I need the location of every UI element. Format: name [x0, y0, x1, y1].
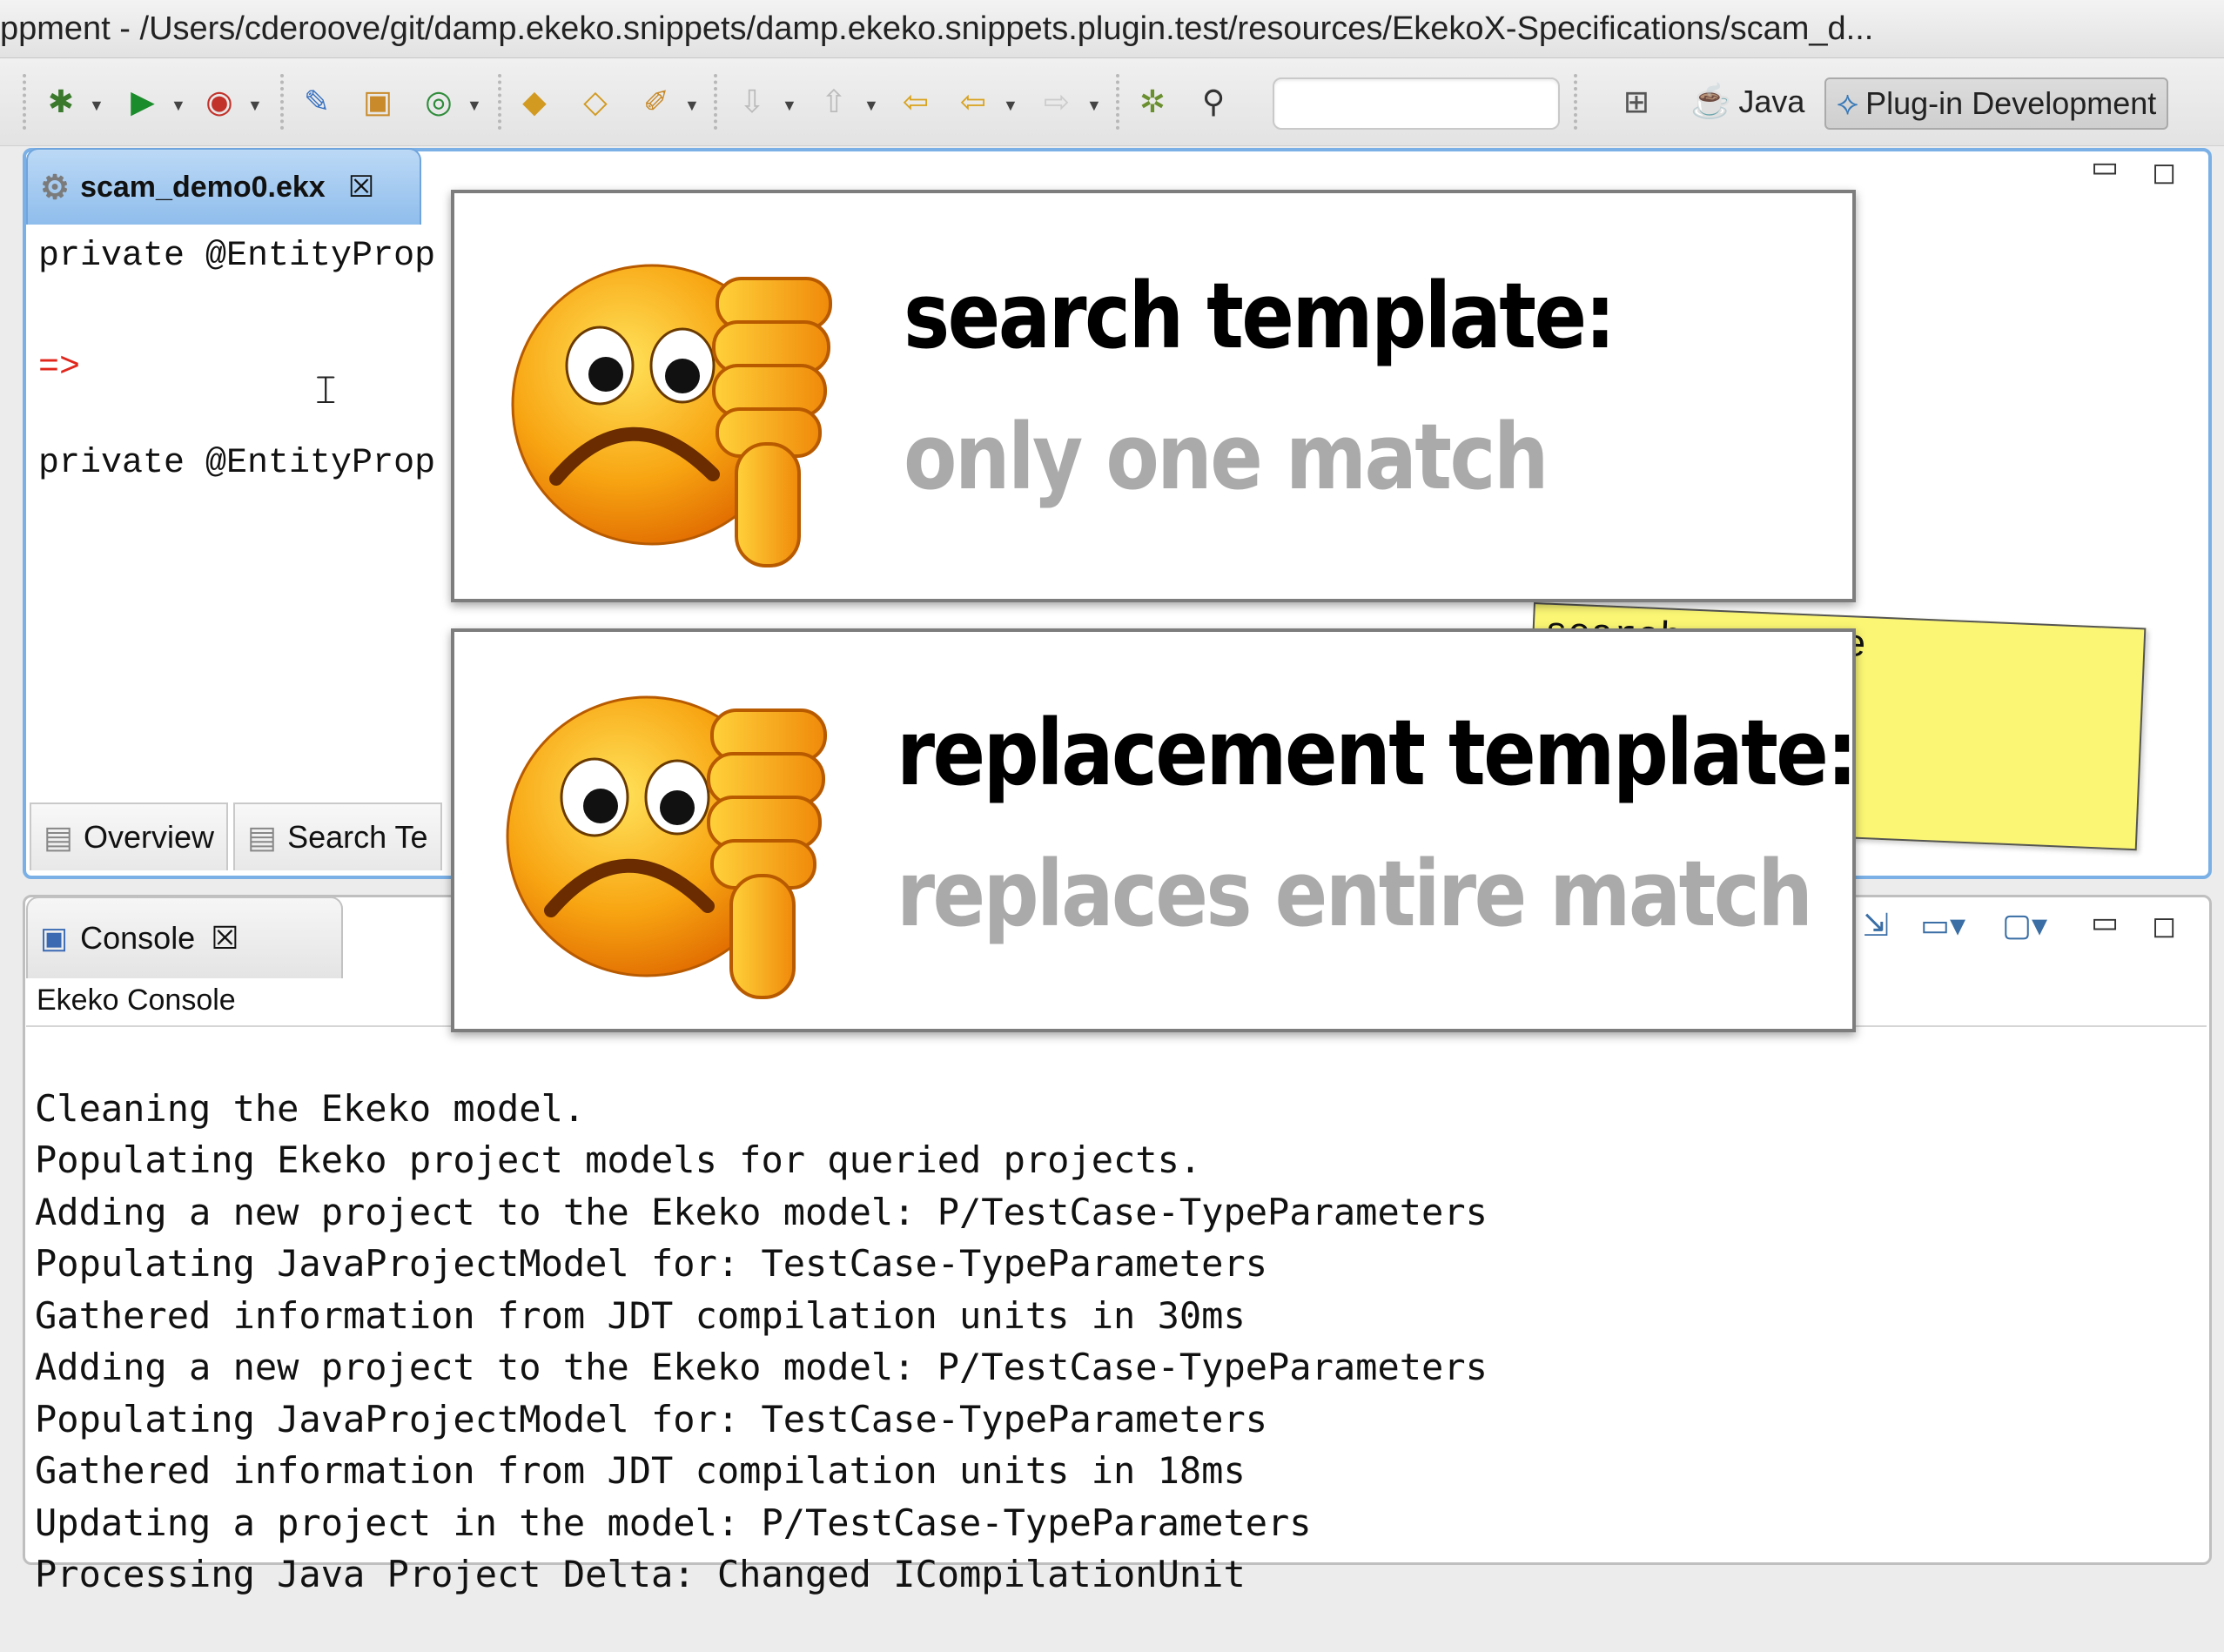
next-annotation-icon[interactable]: ⇩: [731, 81, 773, 123]
console-line: Populating JavaProjectModel for: TestCas…: [35, 1242, 1268, 1285]
spell-icon[interactable]: ✎: [296, 81, 338, 123]
pin-icon[interactable]: ✐: [635, 81, 677, 123]
code-line[interactable]: private @EntityProp: [38, 237, 435, 276]
sad-thumbs-down-icon: [511, 264, 832, 567]
card-title: replacement template:: [897, 700, 1858, 806]
console-output[interactable]: Cleaning the Ekeko model. Populating Ekek…: [35, 1031, 1488, 1652]
tab-search-template[interactable]: ▤ Search Te: [233, 802, 442, 870]
perspective-java[interactable]: ☕ Java: [1690, 77, 1804, 126]
quick-access-input[interactable]: [1273, 77, 1560, 130]
toolbar-separator: [23, 74, 26, 130]
console-icon: ▣: [40, 922, 69, 955]
chevron-down-icon[interactable]: ▼: [247, 97, 263, 115]
code-arrow[interactable]: =>: [38, 348, 80, 387]
tab-overview[interactable]: ▤ Overview: [30, 802, 229, 870]
console-line: Adding a new project to the Ekeko model:…: [35, 1346, 1488, 1388]
console-line: Processing Java Project Delta: Changed I…: [35, 1553, 1246, 1595]
chevron-down-icon[interactable]: ▼: [89, 97, 104, 115]
gear-icon[interactable]: ✲: [1132, 81, 1173, 123]
last-edit-icon[interactable]: ⇦: [895, 81, 937, 123]
perspective-label: Java: [1738, 84, 1805, 119]
console-line: Populating JavaProjectModel for: TestCas…: [35, 1397, 1268, 1440]
chevron-down-icon[interactable]: ▼: [1086, 97, 1102, 115]
chevron-down-icon[interactable]: ▼: [467, 97, 482, 115]
window-title: ppment - /Users/cderoove/git/damp.ekeko.…: [0, 10, 1874, 47]
new-class-icon[interactable]: ◎: [418, 81, 460, 123]
toolbar-separator: [714, 74, 717, 130]
chevron-down-icon[interactable]: ▼: [684, 97, 700, 115]
chevron-down-icon[interactable]: ▼: [863, 97, 879, 115]
console-line: Cleaning the Ekeko model.: [35, 1086, 586, 1130]
toolbar-separator: [1574, 74, 1577, 130]
console-line: Populating Ekeko project models for quer…: [35, 1138, 1202, 1181]
overlay-card-replacement-template: replacement template: replaces entire ma…: [451, 628, 1858, 1032]
toolbar-separator: [498, 74, 501, 130]
run-icon[interactable]: ▶: [122, 81, 164, 123]
code-line[interactable]: private @EntityProp: [38, 444, 435, 483]
text-cursor-icon: 𝙸: [312, 366, 340, 412]
console-line: Updating a project in the model: P/TestC…: [35, 1501, 1312, 1544]
card-subtitle: replaces entire match: [897, 841, 1813, 947]
toolbar-separator: [280, 74, 284, 130]
package-icon[interactable]: ▣: [357, 81, 399, 123]
card-title: search template:: [904, 263, 1616, 369]
perspective-plugin-development[interactable]: ⟡ Plug-in Development: [1824, 77, 2169, 130]
prev-annotation-icon[interactable]: ⇧: [813, 81, 855, 123]
close-icon[interactable]: ☒: [211, 920, 239, 957]
forward-icon[interactable]: ⇨: [1036, 81, 1078, 123]
maximize-icon[interactable]: ◻: [2152, 909, 2176, 944]
maximize-icon[interactable]: ◻: [2152, 155, 2176, 190]
editor-tab[interactable]: ⚙ scam_demo0.ekx ☒: [26, 148, 421, 225]
console-line: Gathered information from JDT compilatio…: [35, 1293, 1246, 1337]
minimize-icon[interactable]: ▭: [2091, 150, 2119, 185]
chevron-down-icon[interactable]: ▼: [171, 97, 186, 115]
plugin-perspective-icon: ⟡: [1837, 84, 1859, 122]
editor-page-tabs: ▤ Overview ▤ Search Te: [30, 801, 447, 870]
console-tab[interactable]: ▣ Console ☒: [26, 897, 343, 978]
pin-console-icon[interactable]: ⇲: [1863, 907, 1889, 944]
display-console-icon[interactable]: ▭▾: [1920, 907, 1965, 944]
open-perspective-icon[interactable]: ⊞: [1616, 81, 1657, 123]
search-icon[interactable]: ⚲: [1193, 81, 1234, 123]
toolbar-separator: [1116, 74, 1119, 130]
tab-label: Search Te: [287, 819, 428, 855]
minimize-icon[interactable]: ▭: [2091, 905, 2119, 940]
chevron-down-icon[interactable]: ▼: [1003, 97, 1018, 115]
document-icon: ▤: [44, 819, 74, 855]
console-line: Gathered information from JDT compilatio…: [35, 1449, 1246, 1492]
java-perspective-icon: ☕: [1690, 84, 1732, 120]
console-line: Adding a new project to the Ekeko model:…: [35, 1190, 1488, 1233]
editor-tab-label: scam_demo0.ekx: [80, 170, 326, 204]
back-icon[interactable]: ⇦: [952, 81, 994, 123]
external-tools-icon[interactable]: ◉: [198, 81, 240, 123]
open-type-icon[interactable]: ◆: [514, 81, 555, 123]
chevron-down-icon[interactable]: ▼: [782, 97, 797, 115]
perspective-label: Plug-in Development: [1865, 85, 2157, 121]
card-subtitle: only one match: [904, 404, 1549, 510]
tab-label: Overview: [84, 819, 215, 855]
document-icon: ▤: [247, 819, 278, 855]
debug-icon[interactable]: ✱: [40, 81, 82, 123]
open-folder-icon[interactable]: ◇: [574, 81, 616, 123]
window-titlebar: ppment - /Users/cderoove/git/damp.ekeko.…: [0, 0, 2224, 58]
console-header: Ekeko Console: [37, 984, 236, 1017]
gear-icon: ⚙: [40, 169, 71, 206]
open-console-icon[interactable]: ▢▾: [2002, 907, 2047, 944]
overlay-card-search-template: search template: only one match: [451, 190, 1856, 602]
main-toolbar: ✱ ▼ ▶ ▼ ◉ ▼ ✎ ▣ ◎ ▼ ◆ ◇ ✐ ▼ ⇩ ▼ ⇧ ▼ ⇦ ⇦ …: [0, 58, 2224, 146]
console-tab-label: Console: [80, 920, 196, 956]
close-icon[interactable]: ☒: [348, 170, 374, 205]
sad-thumbs-down-icon: [506, 695, 827, 999]
